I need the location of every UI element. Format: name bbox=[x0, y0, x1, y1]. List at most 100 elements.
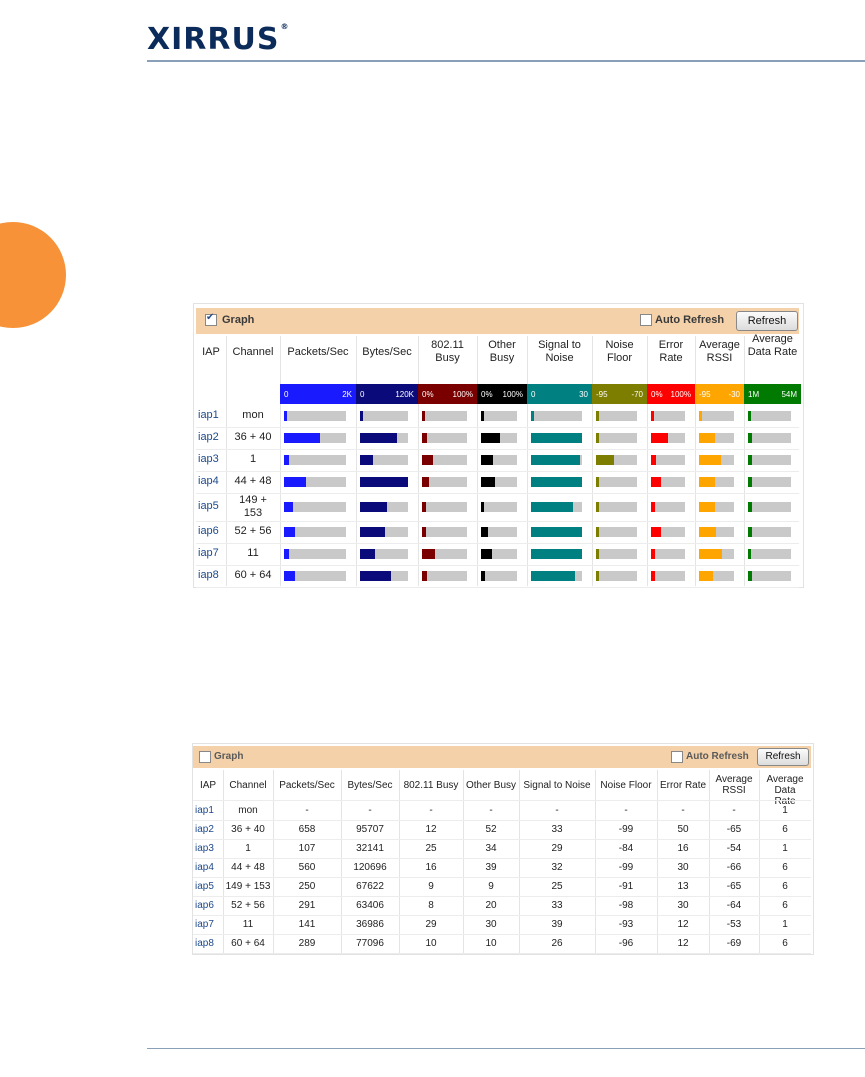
channel-cell: 52 + 56 bbox=[234, 525, 272, 537]
bar-fill-80211-busy bbox=[422, 549, 435, 559]
bar-fill-noise-floor bbox=[596, 411, 599, 421]
cell-packets-sec: 291 bbox=[298, 900, 316, 911]
column-divider bbox=[418, 336, 419, 586]
scale-min: 1M bbox=[748, 390, 760, 399]
column-divider bbox=[280, 336, 281, 586]
cell-bytes-sec: 67622 bbox=[356, 881, 384, 892]
column-header-average-data-rate: Average Data Rate bbox=[747, 332, 798, 358]
cell-average-rssi: -64 bbox=[726, 900, 742, 911]
iap-link[interactable]: iap8 bbox=[198, 569, 219, 581]
iap-link[interactable]: iap1 bbox=[198, 409, 219, 421]
bar-fill-other-busy bbox=[481, 433, 500, 443]
bar-fill-average-data-rate bbox=[748, 571, 752, 581]
cell-bytes-sec: 77096 bbox=[356, 938, 384, 949]
bar-fill-packets-sec bbox=[284, 411, 287, 421]
graph-checkbox[interactable] bbox=[199, 751, 211, 763]
row-divider bbox=[193, 896, 811, 897]
iap-link[interactable]: iap8 bbox=[195, 938, 225, 949]
iap-link[interactable]: iap4 bbox=[195, 862, 225, 873]
cell-signal-to-noise: 33 bbox=[551, 824, 563, 835]
bar-fill-other-busy bbox=[481, 527, 488, 537]
iap-link[interactable]: iap7 bbox=[195, 919, 225, 930]
iap-link[interactable]: iap5 bbox=[198, 500, 219, 512]
iap-link[interactable]: iap6 bbox=[198, 525, 219, 537]
scale-min: 0% bbox=[422, 390, 434, 399]
scale-min: 0% bbox=[651, 390, 663, 399]
iap-link[interactable]: iap3 bbox=[198, 453, 219, 465]
bar-fill-noise-floor bbox=[596, 477, 599, 487]
iap-link[interactable]: iap3 bbox=[195, 843, 225, 854]
bar-fill-bytes-sec bbox=[360, 433, 397, 443]
bar-track-noise-floor bbox=[596, 411, 637, 421]
bar-fill-packets-sec bbox=[284, 527, 295, 537]
column-divider bbox=[695, 336, 696, 586]
scale-legend-80211-busy: 0% 100% bbox=[418, 384, 477, 404]
row-divider bbox=[193, 934, 811, 935]
cell-80211-busy: 29 bbox=[425, 919, 437, 930]
bar-track-other-busy bbox=[481, 571, 517, 581]
cell-packets-sec: 250 bbox=[298, 881, 316, 892]
column-divider bbox=[477, 336, 478, 586]
iap-link[interactable]: iap5 bbox=[195, 881, 225, 892]
xirrus-logo: XIRRUS® bbox=[147, 22, 289, 57]
bar-track-average-data-rate bbox=[748, 571, 791, 581]
column-header-average-data-rate: Average Data Rate bbox=[766, 774, 804, 807]
bar-fill-80211-busy bbox=[422, 455, 433, 465]
bar-fill-error-rate bbox=[651, 549, 655, 559]
scale-min: 0 bbox=[284, 390, 289, 399]
scale-legend-average-rssi: -95 -30 bbox=[695, 384, 744, 404]
bar-track-bytes-sec bbox=[360, 455, 408, 465]
bar-track-error-rate bbox=[651, 433, 685, 443]
bar-fill-packets-sec bbox=[284, 571, 295, 581]
cell-average-data-rate: 6 bbox=[782, 824, 788, 835]
scale-max: 2K bbox=[342, 390, 352, 399]
bar-fill-other-busy bbox=[481, 477, 495, 487]
bar-track-error-rate bbox=[651, 571, 685, 581]
bar-fill-bytes-sec bbox=[360, 527, 385, 537]
cell-other-busy: 39 bbox=[485, 862, 497, 873]
auto-refresh-checkbox[interactable] bbox=[640, 314, 652, 326]
logo-text: XIRRUS bbox=[147, 22, 280, 57]
bar-track-packets-sec bbox=[284, 433, 346, 443]
refresh-button[interactable]: Refresh bbox=[757, 748, 809, 766]
row-divider bbox=[196, 565, 799, 566]
bar-track-average-rssi bbox=[699, 411, 734, 421]
cell-other-busy: 52 bbox=[485, 824, 497, 835]
iap-link[interactable]: iap7 bbox=[198, 547, 219, 559]
refresh-button[interactable]: Refresh bbox=[736, 311, 798, 331]
bar-track-noise-floor bbox=[596, 455, 637, 465]
cell-noise-floor: -84 bbox=[618, 843, 634, 854]
cell-average-data-rate: 6 bbox=[782, 862, 788, 873]
cell-average-data-rate: 1 bbox=[782, 843, 788, 854]
iap-link[interactable]: iap2 bbox=[195, 824, 225, 835]
cell-average-data-rate: 6 bbox=[782, 900, 788, 911]
auto-refresh-checkbox[interactable] bbox=[671, 751, 683, 763]
bar-fill-average-rssi bbox=[699, 549, 722, 559]
bar-fill-error-rate bbox=[651, 433, 668, 443]
row-divider bbox=[196, 449, 799, 450]
cell-other-busy: 30 bbox=[485, 919, 497, 930]
iap-link[interactable]: iap2 bbox=[198, 431, 219, 443]
bar-fill-80211-busy bbox=[422, 433, 427, 443]
bar-track-average-data-rate bbox=[748, 477, 791, 487]
iap-link[interactable]: iap6 bbox=[195, 900, 225, 911]
channel-cell: 149 + 153 bbox=[239, 494, 267, 519]
iap-link[interactable]: iap1 bbox=[195, 805, 225, 816]
cell-channel: mon bbox=[238, 805, 258, 816]
bar-track-noise-floor bbox=[596, 571, 637, 581]
row-divider bbox=[193, 820, 811, 821]
bar-track-bytes-sec bbox=[360, 411, 408, 421]
column-header-noise-floor: Noise Floor bbox=[605, 339, 634, 364]
scale-legend-average-data-rate: 1M 54M bbox=[744, 384, 801, 404]
auto-refresh-label: Auto Refresh bbox=[655, 314, 725, 326]
row-divider bbox=[193, 877, 811, 878]
bar-fill-average-rssi bbox=[699, 433, 715, 443]
row-divider bbox=[193, 953, 811, 954]
bar-fill-bytes-sec bbox=[360, 502, 387, 512]
bar-fill-noise-floor bbox=[596, 502, 599, 512]
iap-link[interactable]: iap4 bbox=[198, 475, 219, 487]
graph-checkbox[interactable] bbox=[205, 312, 217, 326]
bar-track-bytes-sec bbox=[360, 549, 408, 559]
bar-fill-average-data-rate bbox=[748, 411, 751, 421]
column-divider bbox=[356, 336, 357, 586]
